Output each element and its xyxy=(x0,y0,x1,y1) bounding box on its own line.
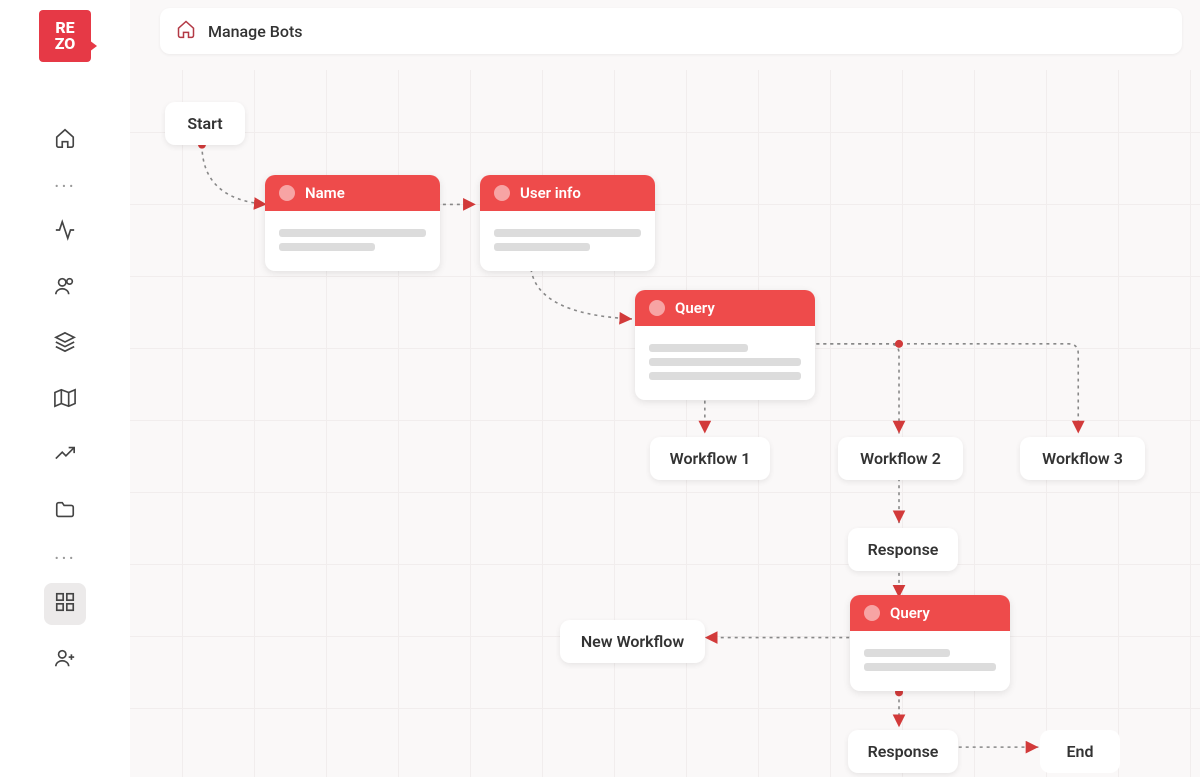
nav-folder[interactable] xyxy=(44,491,86,533)
more-icon[interactable]: ··· xyxy=(54,174,76,198)
flow-canvas[interactable]: Start Name User info Query Workflow xyxy=(130,70,1200,777)
logo-text-bottom: ZO xyxy=(55,36,76,52)
node-label: Workflow 3 xyxy=(1042,449,1123,468)
dot-icon xyxy=(494,185,510,201)
node-header: Query xyxy=(850,595,1010,631)
node-workflow1[interactable]: Workflow 1 xyxy=(650,437,770,480)
more-icon-2[interactable]: ··· xyxy=(54,546,76,570)
node-title: Name xyxy=(305,184,345,202)
node-label: Workflow 1 xyxy=(670,449,751,468)
topbar: Manage Bots xyxy=(160,8,1182,54)
node-start[interactable]: Start xyxy=(165,102,245,145)
map-icon xyxy=(54,387,76,413)
nav-users[interactable] xyxy=(44,267,86,309)
app-logo: RE ZO xyxy=(39,10,91,62)
node-label: End xyxy=(1067,742,1094,761)
node-header: User info xyxy=(480,175,655,211)
node-header: Query xyxy=(635,290,815,326)
nav-map[interactable] xyxy=(44,379,86,421)
node-title: User info xyxy=(520,184,581,202)
home-icon xyxy=(54,127,76,153)
user-plus-icon xyxy=(54,647,76,673)
node-response[interactable]: Response xyxy=(848,528,958,571)
node-header: Name xyxy=(265,175,440,211)
node-body xyxy=(480,211,655,271)
trend-icon xyxy=(54,443,76,469)
dot-icon xyxy=(864,605,880,621)
sidebar: RE ZO ··· ··· xyxy=(0,0,130,777)
node-title: Query xyxy=(890,604,930,622)
node-label: Workflow 2 xyxy=(860,449,941,468)
node-userinfo[interactable]: User info xyxy=(480,175,655,271)
node-workflow2[interactable]: Workflow 2 xyxy=(838,437,963,480)
node-label: New Workflow xyxy=(581,632,684,651)
node-label: Start xyxy=(187,114,222,133)
node-end[interactable]: End xyxy=(1040,730,1120,773)
activity-icon xyxy=(54,219,76,245)
dot-icon xyxy=(279,185,295,201)
node-body xyxy=(265,211,440,271)
node-newworkflow[interactable]: New Workflow xyxy=(560,620,705,663)
node-response2[interactable]: Response xyxy=(848,730,958,773)
node-title: Query xyxy=(675,299,715,317)
grid-icon xyxy=(54,591,76,617)
node-body xyxy=(850,631,1010,691)
users-icon xyxy=(54,275,76,301)
nav-grid[interactable] xyxy=(44,583,86,625)
node-label: Response xyxy=(868,540,939,559)
nav-activity[interactable] xyxy=(44,211,86,253)
page-title: Manage Bots xyxy=(208,22,303,41)
node-body xyxy=(635,326,815,400)
home-icon xyxy=(176,19,196,43)
nav-trend[interactable] xyxy=(44,435,86,477)
nav-layers[interactable] xyxy=(44,323,86,365)
node-label: Response xyxy=(868,742,939,761)
node-query[interactable]: Query xyxy=(635,290,815,400)
nav-home[interactable] xyxy=(44,119,86,161)
layers-icon xyxy=(54,331,76,357)
nav-user-plus[interactable] xyxy=(44,639,86,681)
node-name[interactable]: Name xyxy=(265,175,440,271)
node-workflow3[interactable]: Workflow 3 xyxy=(1020,437,1145,480)
dot-icon xyxy=(649,300,665,316)
folder-icon xyxy=(54,499,76,525)
node-query2[interactable]: Query xyxy=(850,595,1010,691)
